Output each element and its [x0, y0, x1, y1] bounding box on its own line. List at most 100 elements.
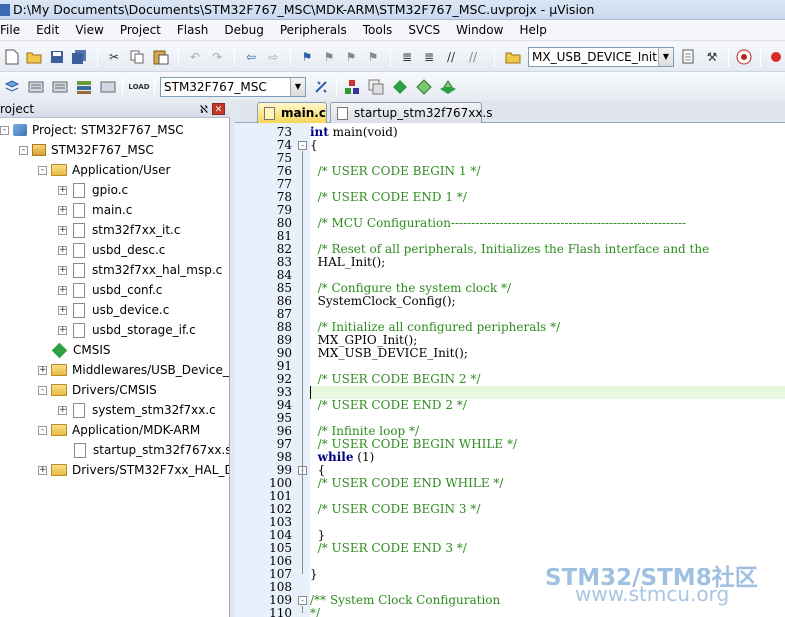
chevron-down-icon[interactable]: ▼ — [658, 48, 673, 66]
collapse-icon[interactable]: - — [38, 425, 47, 435]
tree-item-drivers-cmsis[interactable]: - Drivers/CMSIS — [38, 380, 157, 400]
copy-icon[interactable] — [128, 48, 146, 66]
batch-build-icon[interactable] — [75, 78, 93, 96]
menu-svcs[interactable]: SVCS — [400, 20, 448, 41]
manage-project-items-icon[interactable] — [343, 78, 361, 96]
expand-icon[interactable]: + — [38, 465, 47, 475]
expand-icon[interactable]: + — [58, 185, 67, 195]
previous-bookmark-icon[interactable]: ⚑ — [320, 48, 338, 66]
expand-icon[interactable]: + — [38, 365, 47, 375]
tree-item-application-user[interactable]: - Application/User — [38, 160, 170, 180]
fold-collapse-icon[interactable]: - — [298, 141, 307, 150]
find-in-files-icon[interactable] — [504, 48, 522, 66]
file-icon — [73, 302, 85, 318]
cut-icon[interactable]: ✂ — [105, 48, 123, 66]
stop-build-icon[interactable] — [99, 78, 117, 96]
menu-peripherals[interactable]: Peripherals — [272, 20, 355, 41]
next-bookmark-icon[interactable]: ⚑ — [342, 48, 360, 66]
new-file-icon[interactable] — [3, 48, 21, 66]
software-packs-icon[interactable] — [439, 78, 457, 96]
tree-item-stm32f7xx-it-c[interactable]: + stm32f7xx_it.c — [58, 220, 180, 240]
menu-project[interactable]: Project — [112, 20, 169, 41]
target-options-icon[interactable] — [312, 78, 330, 96]
tree-item-usbd-desc-c[interactable]: + usbd_desc.c — [58, 240, 165, 260]
tree-item-cmsis[interactable]: CMSIS — [51, 340, 111, 360]
tree-item-startup-stm32f767xx-s[interactable]: startup_stm32f767xx.s — [72, 440, 229, 460]
pin-icon[interactable]: ℵ — [200, 101, 208, 118]
expand-icon[interactable]: + — [58, 245, 67, 255]
pack-installer-icon[interactable] — [391, 78, 409, 96]
menu-window[interactable]: Window — [448, 20, 511, 41]
menu-help[interactable]: Help — [511, 20, 554, 41]
tree-item-target[interactable]: - STM32F767_MSC — [19, 140, 154, 160]
tree-item-label: stm32f7xx_hal_msp.c — [92, 263, 223, 277]
breakpoint-icon[interactable] — [767, 48, 785, 66]
close-icon[interactable]: ✕ — [212, 103, 225, 115]
menu-tools[interactable]: Tools — [355, 20, 401, 41]
expand-icon[interactable]: + — [58, 325, 67, 335]
expand-icon[interactable]: + — [58, 205, 67, 215]
unindent-icon[interactable]: ≣ — [420, 48, 438, 66]
save-icon[interactable] — [48, 48, 66, 66]
code-editor[interactable]: 73 74 75 76 77 78 79 80 81 82 83 84 85 86 87 88 89 90 91 92… — [235, 123, 785, 617]
tree-item-application-mdk-arm[interactable]: - Application/MDK-ARM — [38, 420, 200, 440]
tree-item-project[interactable]: - Project: STM32F767_MSC — [0, 120, 184, 140]
tree-item-system-stm32f7xx-c[interactable]: + system_stm32f7xx.c — [58, 400, 216, 420]
menu-flash[interactable]: Flash — [169, 20, 216, 41]
tab-startup-stm32f767xx-s[interactable]: startup_stm32f767xx.s — [330, 102, 493, 123]
menu-debug[interactable]: Debug — [216, 20, 271, 41]
expand-icon[interactable]: + — [58, 405, 67, 415]
redo-icon[interactable]: ↷ — [208, 48, 226, 66]
translate-icon[interactable] — [3, 78, 21, 96]
tree-item-usbd-storage-if-c[interactable]: + usbd_storage_if.c — [58, 320, 196, 340]
rebuild-icon[interactable] — [51, 78, 69, 96]
incremental-find-icon[interactable]: ⚒ — [703, 48, 721, 66]
open-folder-icon[interactable] — [25, 48, 43, 66]
target-dropdown[interactable]: STM32F767_MSC ▼ — [160, 77, 306, 97]
manage-run-time-environment-icon[interactable] — [415, 78, 433, 96]
tree-item-stm32f7xx-hal-msp-c[interactable]: + stm32f7xx_hal_msp.c — [58, 260, 222, 280]
select-packs-icon[interactable] — [367, 78, 385, 96]
navigate-forward-icon[interactable]: ⇨ — [264, 48, 282, 66]
paste-icon[interactable] — [152, 48, 170, 66]
comment-selection-icon[interactable]: // — [442, 48, 460, 66]
save-all-icon[interactable] — [70, 48, 88, 66]
uncomment-selection-icon[interactable]: // — [464, 48, 482, 66]
tree-item-gpio-c[interactable]: + gpio.c — [58, 180, 128, 200]
undo-icon[interactable]: ↶ — [186, 48, 204, 66]
collapse-icon[interactable]: - — [0, 125, 9, 135]
collapse-icon[interactable]: - — [38, 385, 47, 395]
fold-collapse-icon[interactable]: - — [298, 596, 307, 605]
expand-icon[interactable]: + — [58, 285, 67, 295]
file-icon — [264, 106, 275, 120]
download-icon[interactable]: LOAD — [128, 78, 149, 96]
tab-label: main.c — [281, 105, 326, 120]
code-line: */ — [310, 606, 321, 617]
tree-item-label: main.c — [92, 203, 133, 217]
tab-label: startup_stm32f767xx.s — [354, 105, 493, 120]
find-icon[interactable] — [680, 48, 698, 66]
bookmark-icon[interactable]: ⚑ — [298, 48, 316, 66]
menu-view[interactable]: View — [67, 20, 111, 41]
tree-item-middlewares[interactable]: + Middlewares/USB_Device_Lib — [38, 360, 229, 380]
code-text-area[interactable]: int main(void){ /* USER CODE BEGIN 1 */ … — [310, 123, 785, 617]
tree-item-usbd-conf-c[interactable]: + usbd_conf.c — [58, 280, 162, 300]
navigate-back-icon[interactable]: ⇦ — [242, 48, 260, 66]
tab-main-c[interactable]: main.c — [257, 102, 327, 123]
expand-icon[interactable]: + — [58, 305, 67, 315]
clear-bookmarks-icon[interactable]: ⚑ — [364, 48, 382, 66]
function-dropdown[interactable]: MX_USB_DEVICE_Init ▼ — [528, 47, 674, 67]
menu-edit[interactable]: Edit — [28, 20, 67, 41]
tree-item-main-c[interactable]: + main.c — [58, 200, 132, 220]
collapse-icon[interactable]: - — [38, 165, 47, 175]
build-icon[interactable] — [27, 78, 45, 96]
indent-icon[interactable]: ≣ — [398, 48, 416, 66]
expand-icon[interactable]: + — [58, 265, 67, 275]
collapse-icon[interactable]: - — [19, 145, 28, 155]
expand-icon[interactable]: + — [58, 225, 67, 235]
debug-session-icon[interactable] — [735, 48, 753, 66]
menu-file[interactable]: File — [0, 20, 28, 41]
chevron-down-icon[interactable]: ▼ — [290, 78, 305, 96]
tree-item-drivers-hal[interactable]: + Drivers/STM32F7xx_HAL_Driver — [38, 460, 229, 480]
tree-item-usb-device-c[interactable]: + usb_device.c — [58, 300, 169, 320]
